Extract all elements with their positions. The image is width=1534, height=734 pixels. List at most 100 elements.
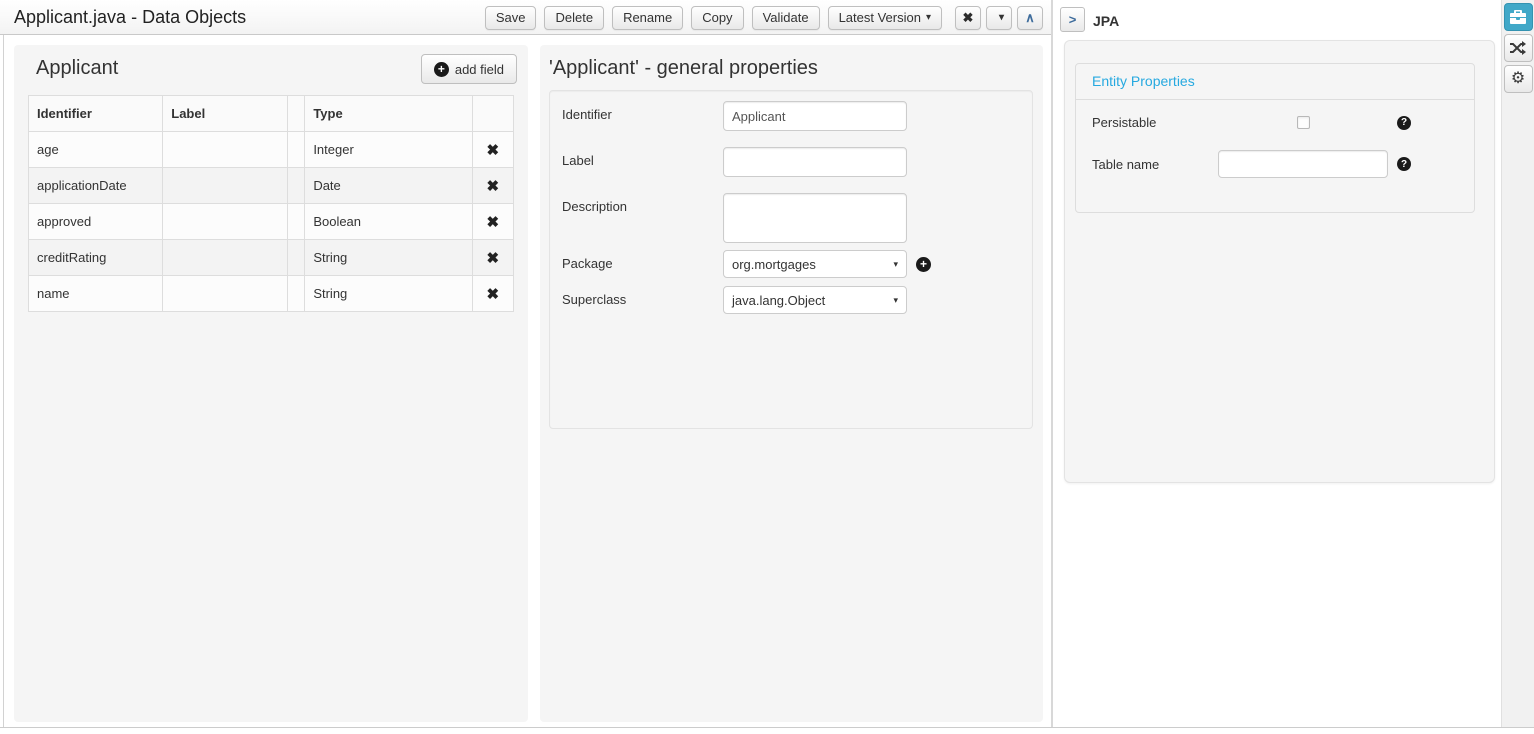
help-icon[interactable]: ?	[1397, 116, 1411, 130]
field-identifier[interactable]: approved	[29, 204, 163, 240]
latest-version-label: Latest Version	[839, 10, 921, 25]
field-type[interactable]: Boolean	[305, 204, 472, 240]
superclass-selected-value: java.lang.Object	[732, 293, 825, 308]
caret-down-icon: ▾	[999, 12, 1004, 23]
column-header-label[interactable]: Label	[163, 96, 288, 132]
delete-field-button[interactable]: ✖	[487, 286, 500, 303]
delete-button[interactable]: Delete	[544, 6, 604, 30]
field-label[interactable]	[163, 204, 288, 240]
field-type[interactable]: Integer	[305, 132, 472, 168]
field-label[interactable]	[163, 132, 288, 168]
persistable-checkbox[interactable]	[1297, 116, 1310, 129]
side-toolbar: ⚙	[1501, 0, 1534, 727]
entity-properties-header[interactable]: Entity Properties	[1076, 64, 1474, 100]
shuffle-tool-button[interactable]	[1504, 34, 1533, 62]
panel-splitter[interactable]	[1051, 0, 1053, 728]
superclass-select[interactable]: java.lang.Object ▾	[723, 286, 907, 314]
label-row: Label	[562, 147, 1020, 177]
field-spacer	[288, 276, 305, 312]
panel-menu-button[interactable]: ▾	[986, 6, 1012, 30]
jpa-panel-title: JPA	[1093, 13, 1119, 29]
package-selected-value: org.mortgages	[732, 257, 816, 272]
field-label[interactable]	[163, 168, 288, 204]
field-type[interactable]: Date	[305, 168, 472, 204]
column-header-actions	[472, 96, 513, 132]
expand-panel-button[interactable]: >	[1060, 7, 1085, 32]
editor-title: Applicant.java - Data Objects	[14, 0, 246, 34]
package-label: Package	[562, 250, 723, 278]
add-package-button[interactable]: +	[916, 257, 931, 272]
save-button[interactable]: Save	[485, 6, 537, 30]
field-type[interactable]: String	[305, 240, 472, 276]
properties-tool-button[interactable]	[1504, 3, 1533, 31]
window-bottom-border	[0, 727, 1534, 728]
validate-button[interactable]: Validate	[752, 6, 820, 30]
column-header-type[interactable]: Type	[305, 96, 472, 132]
field-spacer	[288, 240, 305, 276]
label-input[interactable]	[723, 147, 907, 177]
rename-button[interactable]: Rename	[612, 6, 683, 30]
field-row-age[interactable]: age Integer ✖	[29, 132, 514, 168]
window-left-border	[3, 35, 4, 728]
field-label[interactable]	[163, 240, 288, 276]
identifier-label: Identifier	[562, 101, 723, 131]
caret-down-icon: ▾	[893, 259, 898, 270]
field-row-creditRating[interactable]: creditRating String ✖	[29, 240, 514, 276]
field-identifier[interactable]: applicationDate	[29, 168, 163, 204]
help-icon[interactable]: ?	[1397, 157, 1411, 171]
table-name-input[interactable]	[1218, 150, 1388, 178]
general-properties-form: Identifier Label Description Package org…	[549, 90, 1033, 429]
general-properties-title: 'Applicant' - general properties	[549, 57, 818, 80]
field-identifier[interactable]: age	[29, 132, 163, 168]
package-select[interactable]: org.mortgages ▾	[723, 250, 907, 278]
superclass-row: Superclass java.lang.Object ▾	[562, 286, 1020, 314]
column-header-spacer	[288, 96, 305, 132]
app-window: Applicant.java - Data Objects Save Delet…	[0, 0, 1534, 734]
fields-table-header-row: Identifier Label Type	[29, 96, 514, 132]
column-header-identifier[interactable]: Identifier	[29, 96, 163, 132]
editor-toolbar: Save Delete Rename Copy Validate Latest …	[477, 0, 1043, 35]
field-type[interactable]: String	[305, 276, 472, 312]
field-row-name[interactable]: name String ✖	[29, 276, 514, 312]
description-row: Description	[562, 193, 1020, 243]
label-label: Label	[562, 147, 723, 177]
field-row-approved[interactable]: approved Boolean ✖	[29, 204, 514, 240]
delete-field-button[interactable]: ✖	[487, 250, 500, 267]
entity-properties-panel: Entity Properties Persistable ? Table na…	[1075, 63, 1475, 213]
close-icon: ✖	[963, 10, 974, 26]
persistable-row: Persistable ?	[1076, 115, 1474, 130]
latest-version-button[interactable]: Latest Version ▾	[828, 6, 942, 30]
identifier-input[interactable]	[723, 101, 907, 131]
field-row-applicationDate[interactable]: applicationDate Date ✖	[29, 168, 514, 204]
collapse-panel-button[interactable]: ∧	[1017, 6, 1043, 30]
field-label[interactable]	[163, 276, 288, 312]
field-spacer	[288, 132, 305, 168]
description-label: Description	[562, 193, 723, 243]
description-input[interactable]	[723, 193, 907, 243]
editor-header: Applicant.java - Data Objects Save Delet…	[0, 0, 1051, 35]
delete-field-button[interactable]: ✖	[487, 178, 500, 195]
persistable-label: Persistable	[1092, 115, 1297, 130]
data-object-fields-panel: Applicant + add field Identifier Label T…	[14, 45, 528, 722]
jpa-well: Entity Properties Persistable ? Table na…	[1064, 40, 1495, 483]
general-properties-panel: 'Applicant' - general properties Identif…	[540, 45, 1043, 722]
data-object-title: Applicant	[36, 57, 118, 80]
chevron-right-icon: >	[1069, 12, 1077, 27]
field-spacer	[288, 204, 305, 240]
add-field-label: add field	[455, 62, 504, 77]
field-identifier[interactable]: creditRating	[29, 240, 163, 276]
settings-tool-button[interactable]: ⚙	[1504, 65, 1533, 93]
delete-field-button[interactable]: ✖	[487, 214, 500, 231]
table-name-label: Table name	[1092, 157, 1218, 172]
field-identifier[interactable]: name	[29, 276, 163, 312]
copy-button[interactable]: Copy	[691, 6, 743, 30]
plus-circle-icon: +	[434, 62, 449, 77]
superclass-label: Superclass	[562, 286, 723, 314]
close-editor-button[interactable]: ✖	[955, 6, 981, 30]
table-name-row: Table name ?	[1076, 150, 1474, 178]
delete-field-button[interactable]: ✖	[487, 142, 500, 159]
caret-down-icon: ▾	[926, 12, 931, 23]
add-field-button[interactable]: + add field	[421, 54, 517, 84]
fields-table: Identifier Label Type age Integer ✖ appl…	[28, 95, 514, 312]
gear-icon: ⚙	[1511, 71, 1525, 87]
